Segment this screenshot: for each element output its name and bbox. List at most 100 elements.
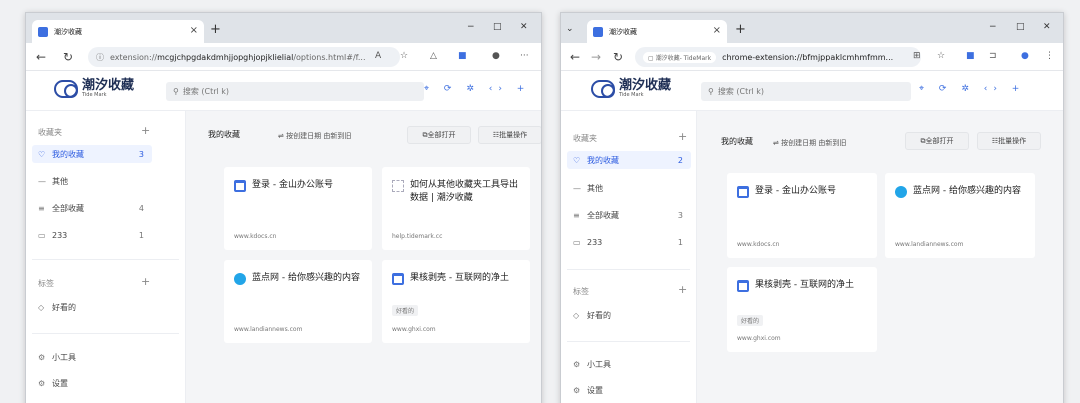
bookmark-card[interactable]: 果核剥壳 - 互联网的净土 好看的 www.ghxi.com [727,267,877,352]
tab-tidemark[interactable]: 潮汐收藏 × [32,20,204,43]
sidebar-item-label: 我的收藏 [587,155,619,165]
more-menu-icon[interactable]: ⋮ [1045,51,1054,61]
batch-button[interactable]: ☷ 批量操作 [977,132,1041,150]
maximize-button[interactable]: □ [1016,22,1025,32]
batch-button[interactable]: ☷ 批量操作 [478,126,541,144]
sidebar-item-233[interactable]: ▭ 233 1 [32,226,152,244]
close-window-button[interactable]: ✕ [520,22,528,32]
bookmark-card[interactable]: 蓝点网 - 给你感兴趣的内容 www.landiannews.com [885,173,1035,258]
tab-tidemark[interactable]: 潮汐收藏 × [587,20,727,43]
back-icon[interactable]: ← [36,50,46,64]
sidebar-tag-good-looking[interactable]: ◇ 好看的 [567,306,691,324]
bookmark-card[interactable]: 登录 - 金山办公账号 www.kdocs.cn [727,173,877,258]
archive-icon [737,186,749,198]
sidebar-item-count: 3 [138,149,144,159]
address-prefix: extension:// [110,52,158,62]
address-main: chrome-extension://bfmjppaklcmhmfmm... [722,52,894,62]
reload-icon[interactable]: ↻ [63,50,73,64]
address-main: mcgjchpgdakdmhjjopghjopjklielial [157,52,294,62]
main-content: 我的收藏 ⇌ 按创建日期 由新到旧 ⧉ 全部打开 ☷ 批量操作 登录 - 金山办… [697,111,1063,403]
site-chip[interactable]: ▢ 潮汐收藏- TideMark [643,51,717,63]
bookmark-card[interactable]: 如何从其他收藏夹工具导出数据 | 潮汐收藏 help.tidemark.cc [382,167,530,250]
more-menu-icon[interactable]: ··· [520,51,529,61]
sidebar-item-tools[interactable]: ⚙ 小工具 [32,348,152,366]
card-title: 果核剥壳 - 互联网的净土 [410,273,509,283]
tags-section-label: 标签 [38,279,54,288]
archive-icon [392,273,404,285]
card-tag[interactable]: 好看的 [392,305,419,316]
extension-icon[interactable]: △ [430,51,437,61]
search-input[interactable]: ⚲ 搜索 (Ctrl k) [701,82,911,101]
sidebar-tag-good-looking[interactable]: ◇ 好看的 [32,298,152,316]
batch-label: 批量操作 [998,137,1027,145]
app-logo[interactable]: 潮汐收藏 Tide Mark [591,79,671,98]
sidebar-item-count: 4 [138,203,144,213]
logo-text: 潮汐收藏 [82,78,135,93]
sidebar-item-all[interactable]: ≡ 全部收藏 4 [32,199,152,217]
sidebar-item-label: 设置 [587,385,603,395]
bookmark-card[interactable]: 果核剥壳 - 互联网的净土 好看的 www.ghxi.com [382,260,530,343]
maximize-button[interactable]: □ [493,22,502,32]
sidebar-item-other[interactable]: — 其他 [32,172,152,190]
sidebar-item-my-favorites[interactable]: ♡ 我的收藏 2 [567,151,691,169]
sort-button[interactable]: ⇌ 按创建日期 由新到旧 [278,131,351,141]
bookmark-card[interactable]: 登录 - 金山办公账号 www.kdocs.cn [224,167,372,250]
tab-title: 潮汐收藏 [609,27,637,36]
forward-icon[interactable]: → [591,50,601,64]
address-bar[interactable]: ⓘ extension://mcgjchpgdakdmhjjopghjopjkl… [88,47,400,67]
close-window-button[interactable]: ✕ [1043,22,1051,32]
extensions-puzzle-icon[interactable]: ⊐ [989,51,997,61]
archive-icon [737,280,749,292]
tab-close-icon[interactable]: × [713,25,721,36]
header-action-icons[interactable]: ⌖ ⟳ ✲ ‹› + [919,84,1025,94]
header-action-icons[interactable]: ⌖ ⟳ ✲ ‹› + [424,84,530,94]
tags-section-label: 标签 [573,287,589,296]
search-placeholder: 搜索 (Ctrl k) [717,87,765,96]
tidemark-extension-icon[interactable]: ■ [966,51,975,61]
tab-strip: 潮汐收藏 × + − □ ✕ [26,13,541,43]
card-title: 如何从其他收藏夹工具导出数据 | 潮汐收藏 [410,180,519,203]
back-icon[interactable]: ← [570,50,580,64]
app-header: 潮汐收藏 Tide Mark ⚲ 搜索 (Ctrl k) ⌖ ⟳ ✲ ‹› + [26,71,541,111]
minimize-button[interactable]: − [467,22,475,32]
bookmark-star-icon[interactable]: ☆ [937,51,945,61]
new-tab-button[interactable]: + [735,22,746,37]
sidebar-item-233[interactable]: ▭ 233 1 [567,233,691,251]
info-icon: ⓘ [96,52,104,62]
minimize-button[interactable]: − [989,22,997,32]
open-all-button[interactable]: ⧉ 全部打开 [905,132,969,150]
sidebar-item-my-favorites[interactable]: ♡ 我的收藏 3 [32,145,152,163]
add-folder-button[interactable]: + [141,124,150,137]
gear-icon: ⚙ [573,385,581,395]
open-all-button[interactable]: ⧉ 全部打开 [407,126,471,144]
read-aloud-icon[interactable]: A [375,51,381,61]
favorite-star-icon[interactable]: ☆ [400,51,408,61]
profile-icon[interactable]: ● [492,51,500,61]
sort-button[interactable]: ⇌ 按创建日期 由新到旧 [773,138,846,148]
app-logo[interactable]: 潮汐收藏 Tide Mark [54,78,135,98]
card-title: 蓝点网 - 给你感兴趣的内容 [252,273,360,283]
tab-search-button[interactable]: ⌄ [566,24,574,34]
sidebar-item-count: 2 [677,155,683,165]
card-tag[interactable]: 好看的 [737,315,764,326]
tidemark-extension-icon[interactable]: ■ [458,51,467,61]
sidebar-item-other[interactable]: — 其他 [567,179,691,197]
sidebar-item-tools[interactable]: ⚙ 小工具 [567,355,691,373]
page-title: 我的收藏 [208,130,240,139]
add-folder-button[interactable]: + [678,130,687,143]
profile-icon[interactable]: ● [1021,51,1029,61]
bookmark-card[interactable]: 蓝点网 - 给你感兴趣的内容 www.landiannews.com [224,260,372,343]
gear-icon: ⚙ [38,378,46,388]
translate-icon[interactable]: ⊞ [913,51,921,61]
sidebar-item-settings[interactable]: ⚙ 设置 [567,381,691,399]
reload-icon[interactable]: ↻ [613,50,623,64]
sidebar-item-all[interactable]: ≡ 全部收藏 3 [567,206,691,224]
add-tag-button[interactable]: + [678,283,687,296]
new-tab-button[interactable]: + [210,22,221,37]
sidebar-item-settings[interactable]: ⚙ 设置 [32,374,152,392]
add-tag-button[interactable]: + [141,275,150,288]
sidebar-item-label: 小工具 [587,359,611,369]
search-input[interactable]: ⚲ 搜索 (Ctrl k) [166,82,424,101]
tab-close-icon[interactable]: × [190,25,198,36]
address-bar[interactable]: ▢ 潮汐收藏- TideMark chrome-extension://bfmj… [635,47,921,67]
